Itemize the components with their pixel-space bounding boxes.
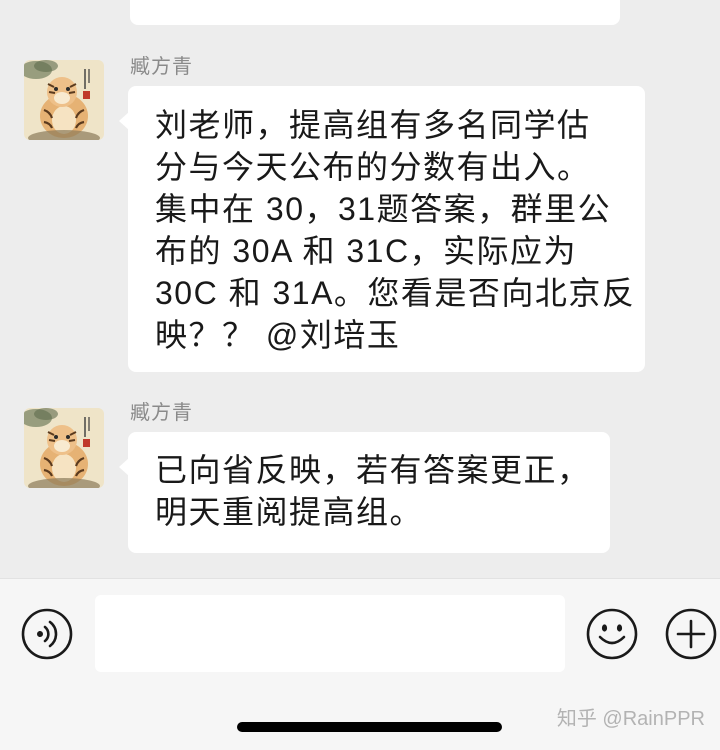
message-text-line: 布的 30A 和 31C，实际应为 (155, 233, 578, 269)
avatar[interactable] (24, 60, 104, 140)
bubble-tail (119, 112, 129, 130)
message-bubble[interactable]: 已向省反映，若有答案更正， 明天重阅提高组。 (119, 432, 610, 553)
avatar-tiger-painting-image (24, 60, 104, 140)
message-bubble-partial[interactable] (130, 0, 620, 25)
chat-area: 臧方青 刘老师，提高组有多名同学估 分与今天公布的分数有出入。 集中在 30，3… (0, 0, 720, 578)
home-indicator[interactable] (237, 722, 502, 732)
bubble-tail (119, 458, 129, 476)
message-text-line: 已向省反映，若有答案更正， (155, 452, 591, 488)
watermark: 知乎 @RainPPR (556, 708, 705, 730)
emoji-button[interactable] (585, 607, 639, 661)
message-text-line: 明天重阅提高组。 (155, 494, 424, 530)
message-input[interactable] (95, 595, 565, 672)
message-text-line: 30C 和 31A。您看是否向北京反 (155, 275, 636, 311)
message-text-line: 映？？ @刘培玉 (155, 317, 401, 353)
message-text-line: 分与今天公布的分数有出入。 (155, 149, 591, 185)
avatar-tiger-painting-image (24, 408, 104, 488)
avatar[interactable] (24, 408, 104, 488)
plus-button[interactable] (664, 607, 718, 661)
emoji-icon (586, 608, 638, 660)
sender-name: 臧方青 (130, 56, 193, 78)
voice-button[interactable] (20, 607, 74, 661)
message-text-line: 集中在 30，31题答案，群里公 (155, 191, 612, 227)
message-text-line: 刘老师，提高组有多名同学估 (155, 107, 591, 143)
sender-name: 臧方青 (130, 402, 193, 424)
plus-icon (665, 608, 717, 660)
voice-icon (21, 608, 73, 660)
message-bubble[interactable]: 刘老师，提高组有多名同学估 分与今天公布的分数有出入。 集中在 30，31题答案… (119, 86, 645, 372)
